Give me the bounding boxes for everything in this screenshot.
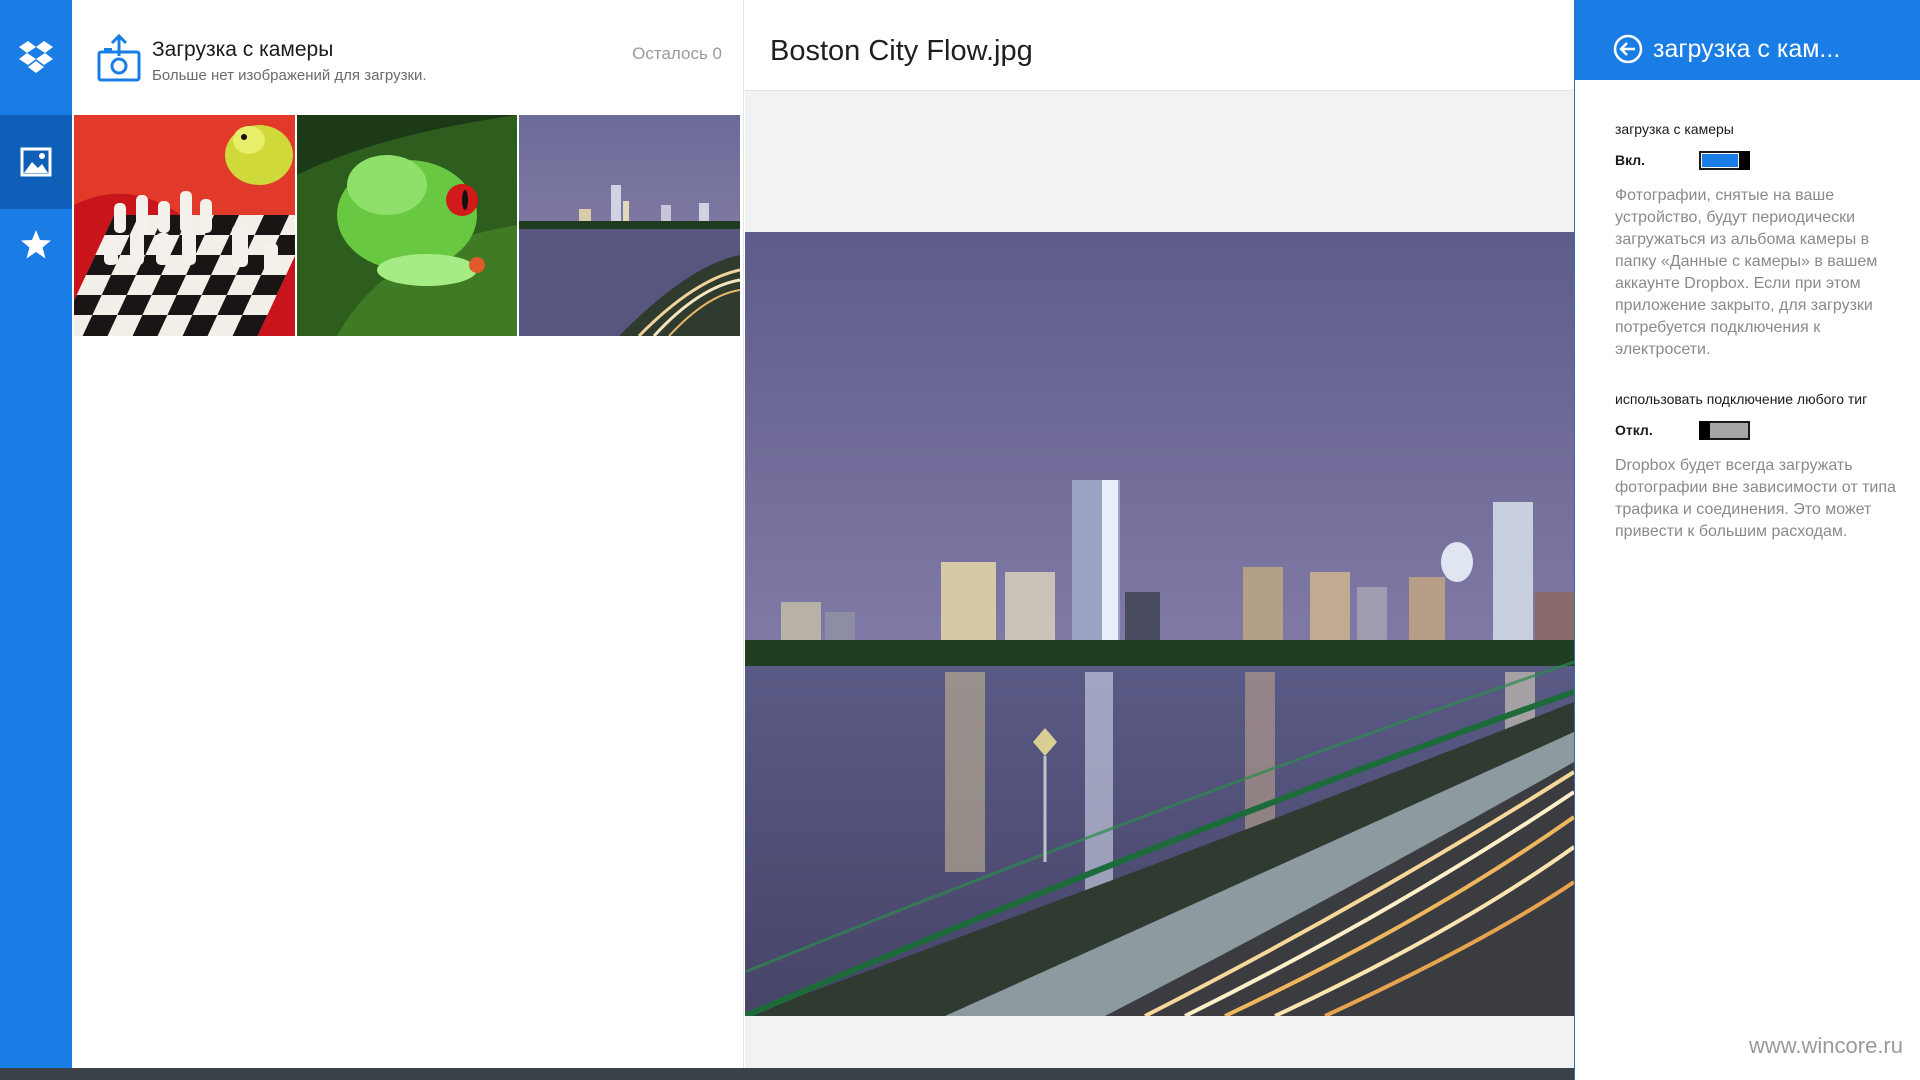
any-connection-state-label: Откл. [1615, 422, 1653, 438]
photo-preview-pane: Boston City Flow.jpg [745, 0, 1574, 1068]
camera-upload-pane: Загрузка с камеры Больше нет изображений… [72, 0, 744, 1068]
camera-upload-description: Фотографии, снятые на ваше устройство, б… [1615, 187, 1878, 358]
photos-nav-button[interactable] [0, 115, 72, 209]
thumbnail-boston[interactable] [519, 115, 741, 336]
toggle-knob [1699, 421, 1710, 440]
app-bar [0, 0, 72, 1068]
any-connection-setting-label: использовать подключение любого тиг [1615, 391, 1868, 407]
any-connection-description: Dropbox будет всегда загружать фотографи… [1615, 457, 1896, 540]
favorites-star-icon [21, 229, 51, 258]
thumbnail-grid [74, 115, 741, 336]
dropbox-logo-button[interactable] [0, 10, 72, 104]
toggle-knob [1739, 151, 1750, 170]
camera-upload-title: Загрузка с камеры [152, 38, 334, 61]
thumbnail-frog[interactable] [296, 115, 518, 336]
settings-header: загрузка с кам... [1575, 0, 1920, 80]
camera-upload-state-label: Вкл. [1615, 152, 1646, 168]
remaining-count: Осталось 0 [632, 44, 722, 63]
camera-upload-toggle[interactable] [1699, 151, 1750, 170]
back-arrow-icon[interactable] [1613, 34, 1643, 64]
photos-icon [20, 147, 52, 177]
any-connection-toggle[interactable] [1699, 421, 1750, 440]
camera-upload-status: Больше нет изображений для загрузки. [152, 67, 427, 84]
settings-title: загрузка с кам... [1653, 35, 1841, 63]
camera-upload-header: Загрузка с камеры Больше нет изображений… [72, 0, 744, 115]
toggle-fill [1702, 154, 1738, 167]
preview-file-name: Boston City Flow.jpg [770, 35, 1033, 67]
camera-upload-setting-label: загрузка с камеры [1615, 121, 1734, 137]
dropbox-logo-icon [19, 41, 53, 73]
watermark: www.wincore.ru [1748, 1033, 1903, 1058]
favorites-nav-button[interactable] [0, 197, 72, 291]
camera-upload-icon [97, 34, 141, 82]
preview-photo[interactable] [745, 232, 1574, 1016]
settings-flyout: загрузка с кам... загрузка с камеры Вкл.… [1574, 0, 1920, 1080]
bottom-bar [0, 1068, 1574, 1080]
thumbnail-chess-parrot[interactable] [74, 115, 295, 336]
preview-header: Boston City Flow.jpg [745, 0, 1574, 91]
